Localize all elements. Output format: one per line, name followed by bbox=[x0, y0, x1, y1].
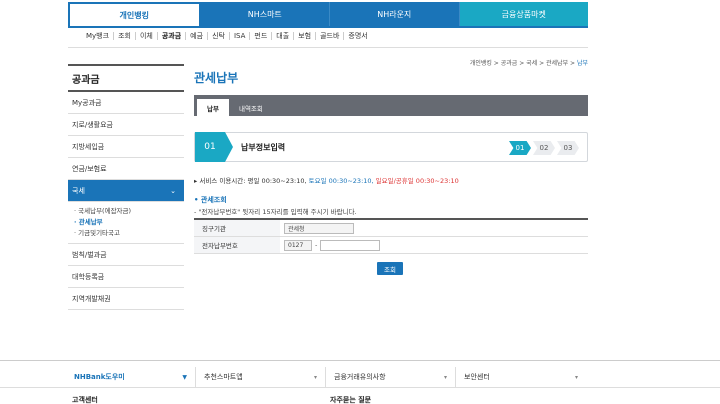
footer-financial-notice[interactable]: 금융거래유의사항 ▾ bbox=[326, 367, 456, 387]
sidebar-submenu: · 국세납부(에잡자금) · 관세납부 · 기금및기타국고 bbox=[68, 202, 184, 244]
submenu-item-mybank[interactable]: My뱅크 bbox=[82, 32, 115, 40]
sidebar-item-national-tax[interactable]: 국세 ⌄ bbox=[68, 180, 184, 202]
content-tabs: 납부 내역조회 bbox=[194, 95, 588, 116]
submenu-item-trust[interactable]: 신탁 bbox=[208, 32, 230, 40]
sidebar-item-fines[interactable]: 범칙/벌과금 bbox=[68, 244, 184, 266]
footer-nhbank-helper-label: NHBank도우미 bbox=[74, 373, 125, 381]
footer: NHBank도우미 ▼ 추천스마트앱 ▾ 금융거래유의사항 ▾ 보안센터 ▾ 고… bbox=[0, 360, 720, 404]
step-indicator: 01 납부정보입력 01 02 03 bbox=[194, 132, 588, 162]
submenu-item-deposit[interactable]: 예금 bbox=[186, 32, 209, 40]
footer-links: NHBank도우미 ▼ 추천스마트앱 ▾ 금융거래유의사항 ▾ 보안센터 ▾ bbox=[66, 367, 586, 387]
top-nav-divider bbox=[68, 26, 588, 28]
sidebar: 공과금 My공과금 지로/생활요금 지방세입금 연금/보험료 국세 ⌄ · 국세… bbox=[68, 64, 184, 310]
submenu-item-insurance[interactable]: 보험 bbox=[294, 32, 317, 40]
sidebar-item-pension[interactable]: 연금/보험료 bbox=[68, 158, 184, 180]
step-chevron-1: 01 bbox=[509, 141, 531, 155]
breadcrumb-current: 납부 bbox=[576, 60, 588, 67]
step-chain: 01 02 03 bbox=[507, 141, 579, 155]
agency-field: 관세청 bbox=[284, 222, 354, 234]
tab-history[interactable]: 내역조회 bbox=[229, 99, 273, 116]
footer-recommended-apps[interactable]: 추천스마트앱 ▾ bbox=[196, 367, 326, 387]
service-hours: ▸ 서비스 이용시간: 평일 00:30~23:10, 토요일 00:30~23… bbox=[194, 175, 459, 185]
footer-financial-notice-label: 금융거래유의사항 bbox=[334, 373, 386, 381]
footer-faq[interactable]: 자주묻는 질문 bbox=[330, 395, 371, 404]
agency-cell: 관세청 bbox=[280, 220, 588, 236]
footer-security-center[interactable]: 보안센터 ▾ bbox=[456, 367, 586, 387]
breadcrumb: 개인뱅킹 > 공과금 > 국세 > 관세납부 > 납부 bbox=[470, 58, 588, 67]
form-row-payment-number: 전자납부번호 0127 - bbox=[194, 237, 588, 254]
caret-down-icon: ▾ bbox=[443, 373, 447, 381]
service-hours-weekday: 평일 00:30~23:10, bbox=[247, 177, 309, 185]
submenu-item-inquiry[interactable]: 조회 bbox=[114, 32, 136, 40]
tab-nh-lounge[interactable]: NH라운지 bbox=[330, 2, 460, 26]
input-note: - "전자납부번호" 뒷자리 15자리를 입력해 주시기 바랍니다. bbox=[194, 208, 357, 216]
page-title: 관세납부 bbox=[194, 71, 239, 85]
payment-number-label: 전자납부번호 bbox=[194, 237, 280, 253]
caret-down-icon: ▼ bbox=[182, 373, 187, 381]
sidebar-item-my-utility[interactable]: My공과금 bbox=[68, 92, 184, 114]
current-step-label: 납부정보입력 bbox=[241, 142, 286, 152]
sidebar-subitem-customs-payment[interactable]: · 관세납부 bbox=[74, 217, 180, 228]
breadcrumb-path[interactable]: 개인뱅킹 > 공과금 > 국세 > 관세납부 > bbox=[470, 60, 577, 67]
submenu-item-isa[interactable]: ISA bbox=[230, 32, 251, 40]
tab-personal-banking[interactable]: 개인뱅킹 bbox=[68, 2, 201, 26]
sidebar-item-tuition[interactable]: 대학등록금 bbox=[68, 266, 184, 288]
sidebar-subitem-national-tax-payment[interactable]: · 국세납부(에잡자금) bbox=[74, 206, 180, 217]
submenu-item-utility-bills[interactable]: 공과금 bbox=[158, 32, 187, 40]
submenu-item-goldbar[interactable]: 골드바 bbox=[316, 32, 345, 40]
submenu-item-loan[interactable]: 대출 bbox=[272, 32, 295, 40]
tab-payment[interactable]: 납부 bbox=[197, 99, 229, 116]
step-chevron-3: 03 bbox=[557, 141, 579, 155]
footer-security-center-label: 보안센터 bbox=[464, 373, 490, 381]
section-title-text: 관세조회 bbox=[200, 196, 227, 204]
sub-menu: My뱅크 조회 이체 공과금 예금 신탁 ISA 펀드 대출 보험 골드바 증명… bbox=[82, 30, 372, 42]
submenu-item-fund[interactable]: 펀드 bbox=[250, 32, 273, 40]
service-hours-holiday: 일요일/공휴일 00:30~23:10 bbox=[375, 177, 459, 185]
step-chevron-2: 02 bbox=[533, 141, 555, 155]
sidebar-item-label: 국세 bbox=[72, 186, 85, 195]
footer-customer-center[interactable]: 고객센터 bbox=[72, 395, 98, 404]
search-button[interactable]: 조회 bbox=[377, 262, 403, 275]
payment-number-prefix-field: 0127 bbox=[284, 239, 312, 251]
sidebar-item-regional-bonds[interactable]: 지역개발채권 bbox=[68, 288, 184, 310]
service-hours-prefix: 서비스 이용시간: bbox=[199, 177, 248, 185]
chevron-down-icon: ⌄ bbox=[170, 186, 176, 195]
form-row-agency: 징구기관 관세청 bbox=[194, 220, 588, 237]
sidebar-title: 공과금 bbox=[68, 64, 184, 92]
sidebar-item-giro[interactable]: 지로/생활요금 bbox=[68, 114, 184, 136]
payment-number-cell: 0127 - bbox=[280, 237, 588, 253]
footer-nhbank-helper[interactable]: NHBank도우미 ▼ bbox=[66, 367, 196, 387]
submenu-item-transfer[interactable]: 이체 bbox=[136, 32, 158, 40]
triangle-bullet-icon: ▸ bbox=[194, 177, 198, 185]
submenu-item-certificate[interactable]: 증명서 bbox=[344, 32, 371, 40]
payment-number-dash: - bbox=[315, 241, 318, 249]
tab-nh-smart[interactable]: NH스마트 bbox=[200, 2, 330, 26]
section-title: • 관세조회 bbox=[194, 195, 227, 205]
sidebar-subitem-funds-treasury[interactable]: · 기금및기타국고 bbox=[74, 228, 180, 239]
submenu-divider bbox=[68, 47, 588, 48]
payment-number-input[interactable] bbox=[320, 239, 381, 251]
caret-down-icon: ▾ bbox=[574, 373, 578, 381]
footer-divider bbox=[0, 387, 720, 388]
customs-form: 징구기관 관세청 전자납부번호 0127 - bbox=[194, 218, 588, 254]
bullet-icon: • bbox=[194, 196, 201, 204]
sidebar-item-local-tax[interactable]: 지방세입금 bbox=[68, 136, 184, 158]
top-nav: 개인뱅킹 NH스마트 NH라운지 금융상품마켓 bbox=[68, 2, 588, 26]
service-hours-saturday: 토요일 00:30~23:10, bbox=[308, 177, 376, 185]
caret-down-icon: ▾ bbox=[313, 373, 317, 381]
tab-financial-products[interactable]: 금융상품마켓 bbox=[459, 2, 588, 26]
current-step-number: 01 bbox=[195, 132, 233, 162]
agency-label: 징구기관 bbox=[194, 220, 280, 236]
footer-recommended-apps-label: 추천스마트앱 bbox=[204, 373, 243, 381]
